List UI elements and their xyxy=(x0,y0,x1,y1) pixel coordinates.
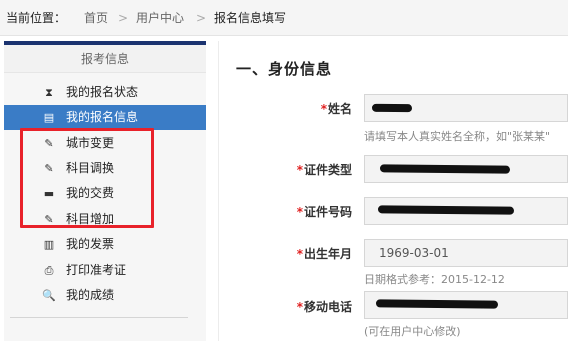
name-label: *姓名 xyxy=(320,102,352,116)
sidebar-item-label: 我的成绩 xyxy=(66,288,115,302)
sidebar-item-label: 打印准考证 xyxy=(66,263,127,277)
mobile-hint: (可在用户中心修改) xyxy=(364,325,461,338)
sidebar-item-registration-status[interactable]: ⧗ 我的报名状态 xyxy=(4,80,206,105)
sidebar-item-label: 我的报名信息 xyxy=(66,110,139,124)
search-icon: 🔍 xyxy=(42,289,56,302)
redaction-mark xyxy=(379,164,511,174)
sidebar-item-print-admission-ticket[interactable]: ⎙ 打印准考证 xyxy=(4,258,206,283)
required-mark: * xyxy=(296,300,303,314)
highlight-box xyxy=(20,128,154,228)
redaction-mark xyxy=(377,205,515,215)
required-mark: * xyxy=(296,205,303,219)
birth-date-field[interactable]: 1969-03-01 xyxy=(364,239,568,267)
sidebar-item-registration-info[interactable]: ▤ 我的报名信息 xyxy=(4,105,206,130)
breadcrumb-current: 报名信息填写 xyxy=(214,11,287,25)
breadcrumb-separator: > xyxy=(118,11,129,25)
birth-date-hint: 日期格式参考：2015-12-12 xyxy=(364,273,505,286)
breadcrumb-separator: > xyxy=(196,11,207,25)
redaction-mark xyxy=(375,299,499,309)
id-type-label: *证件类型 xyxy=(296,163,352,177)
required-mark: * xyxy=(320,102,327,116)
breadcrumb-user-center-link[interactable]: 用户中心 xyxy=(136,10,184,26)
breadcrumb-label: 当前位置： xyxy=(6,11,67,25)
breadcrumb-home-link[interactable]: 首页 xyxy=(84,10,108,26)
list-icon: ▤ xyxy=(43,111,55,124)
sidebar-item-scores[interactable]: 🔍 我的成绩 xyxy=(4,283,206,308)
required-mark: * xyxy=(296,247,303,261)
required-mark: * xyxy=(296,163,303,177)
sidebar-divider xyxy=(10,317,188,318)
barcode-icon: ▥ xyxy=(43,238,55,251)
mobile-label: *移动电话 xyxy=(296,300,352,314)
sidebar-item-invoice[interactable]: ▥ 我的发票 xyxy=(4,232,206,257)
sidebar-item-label: 我的发票 xyxy=(66,237,115,251)
sidebar-item-label: 我的报名状态 xyxy=(66,85,139,99)
name-hint: 请填写本人真实姓名全称，如"张某某" xyxy=(364,130,551,143)
column-divider xyxy=(218,41,219,341)
section-title: 一、身份信息 xyxy=(236,60,333,78)
printer-icon: ⎙ xyxy=(44,264,54,277)
breadcrumb: 当前位置： 首页 > 用户中心 > 报名信息填写 xyxy=(0,0,568,36)
sidebar-header: 报考信息 xyxy=(4,45,206,73)
redaction-mark xyxy=(371,103,413,113)
hourglass-icon: ⧗ xyxy=(45,86,53,99)
id-number-label: *证件号码 xyxy=(296,205,352,219)
birth-date-label: *出生年月 xyxy=(296,247,352,261)
